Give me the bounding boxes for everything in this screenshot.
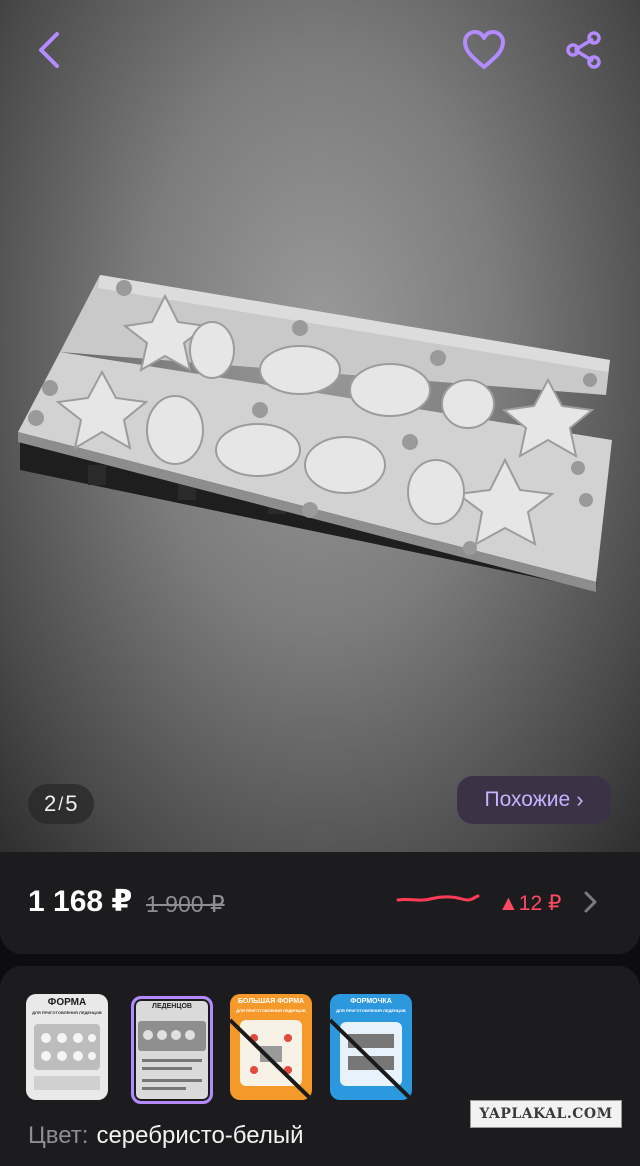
image-counter: 2 / 5	[28, 784, 94, 824]
product-image-gallery[interactable]: 2 / 5 Похожие ›	[0, 0, 640, 852]
color-value: серебристо-белый	[96, 1122, 304, 1149]
variant-image	[138, 1021, 206, 1090]
variant-image	[330, 1018, 412, 1100]
product-image	[18, 275, 612, 592]
back-arrow-icon	[39, 32, 59, 68]
share-button[interactable]	[556, 22, 612, 78]
chevron-right-icon: ›	[576, 787, 584, 812]
current-price: 1 168 ₽	[28, 885, 133, 918]
variant-thumbnail[interactable]: БОЛЬШАЯ ФОРМА ДЛЯ ПРИГОТОВЛЕНИЯ ЛЕДЕНЦОВ	[230, 994, 312, 1100]
chevron-right-icon[interactable]	[578, 888, 602, 916]
watermark: YAPLAKAL.COM	[470, 1100, 622, 1128]
variant-thumbnail[interactable]: ФОРМОЧКА ДЛЯ ПРИГОТОВЛЕНИЯ ЛЕДЕНЦОВ	[330, 994, 412, 1100]
counter-separator: /	[58, 793, 64, 814]
price-history-sparkline	[396, 894, 480, 902]
similar-products-button[interactable]: Похожие ›	[457, 776, 611, 824]
color-label: Цвет:	[28, 1122, 89, 1149]
counter-current: 2	[44, 791, 57, 816]
color-attribute: Цвет: серебристо-белый	[28, 1122, 303, 1150]
variant-thumbnail-selected[interactable]: ЛЕДЕНЦОВ	[131, 996, 213, 1104]
variant-image	[230, 1018, 312, 1100]
back-button[interactable]	[22, 22, 78, 78]
counter-total: 5	[65, 791, 78, 816]
old-price: 1 900 ₽	[146, 891, 225, 917]
similar-label: Похожие	[484, 788, 571, 811]
price-change: ▲12 ₽	[498, 892, 562, 915]
favorite-button[interactable]	[456, 22, 512, 78]
variant-thumbnail[interactable]: ФОРМА ДЛЯ ПРИГОТОВЛЕНИЯ ЛЕДЕНЦОВ	[26, 994, 108, 1100]
variant-image	[34, 1024, 100, 1090]
heart-icon	[463, 30, 505, 69]
share-icon	[566, 31, 601, 69]
